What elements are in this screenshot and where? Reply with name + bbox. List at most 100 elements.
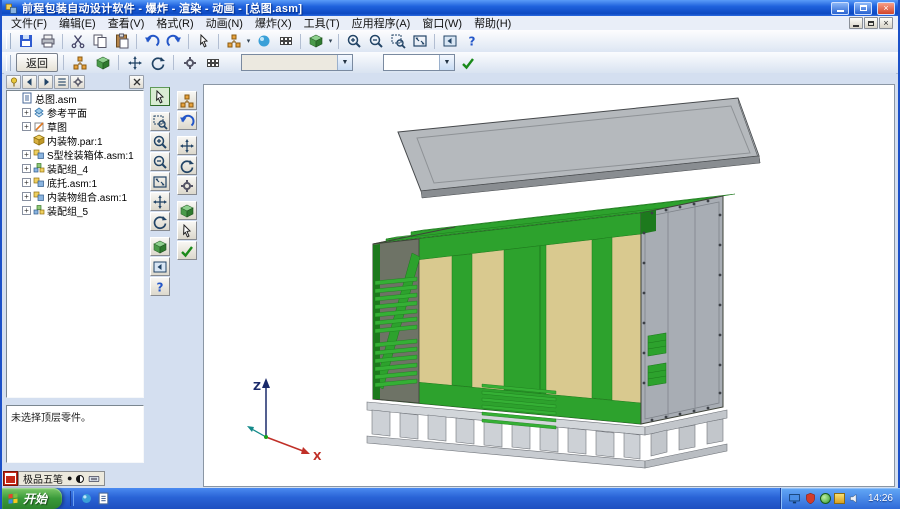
- 3d-viewport[interactable]: Z X: [203, 84, 895, 487]
- select-parts-button[interactable]: [177, 221, 197, 240]
- drag-component-button[interactable]: [177, 136, 197, 155]
- ime-logo-icon[interactable]: [3, 471, 18, 486]
- auto-explode-button[interactable]: [69, 53, 90, 73]
- menu-window[interactable]: 窗口(W): [416, 16, 468, 30]
- panel-list-button[interactable]: [54, 75, 69, 89]
- show-desktop-icon[interactable]: [97, 492, 110, 505]
- tree-item-assembly-group-4[interactable]: + 装配组_4: [7, 161, 143, 175]
- close-panel-button[interactable]: [129, 75, 144, 89]
- flow-lines-button[interactable]: [177, 156, 197, 175]
- distance-combobox[interactable]: ▼: [383, 54, 455, 71]
- menu-animation[interactable]: 动画(N): [200, 16, 249, 30]
- mdi-minimize-button[interactable]: [849, 17, 863, 29]
- panel-back-button[interactable]: [22, 75, 37, 89]
- pan-button[interactable]: [150, 192, 170, 211]
- panel-forward-button[interactable]: [38, 75, 53, 89]
- tree-item-sketch[interactable]: + 草图: [7, 119, 143, 133]
- punctuation-toggle-icon[interactable]: [76, 475, 84, 483]
- zoom-in-button[interactable]: [150, 132, 170, 151]
- close-button[interactable]: ×: [877, 2, 895, 15]
- front-panel[interactable]: [373, 213, 641, 429]
- unexplode-button[interactable]: [177, 111, 197, 130]
- cut-button[interactable]: [67, 31, 88, 51]
- browser-icon[interactable]: [80, 492, 93, 505]
- maximize-button[interactable]: [854, 2, 872, 15]
- tree-item-base-assembly[interactable]: + 底托.asm:1: [7, 175, 143, 189]
- menu-help[interactable]: 帮助(H): [468, 16, 517, 30]
- tray-status-icon[interactable]: [820, 493, 831, 504]
- tree-item-root[interactable]: 总图.asm: [7, 91, 143, 105]
- help-button[interactable]: [150, 277, 170, 296]
- rotate-part-button[interactable]: [147, 53, 168, 73]
- expander-icon[interactable]: +: [22, 178, 31, 187]
- menu-edit[interactable]: 编辑(E): [53, 16, 102, 30]
- help-button[interactable]: [461, 31, 482, 51]
- redo-button[interactable]: [163, 31, 184, 51]
- configuration-button[interactable]: [177, 176, 197, 195]
- back-button[interactable]: 返回: [16, 53, 58, 72]
- tray-volume-icon[interactable]: [848, 492, 861, 505]
- undo-button[interactable]: [141, 31, 162, 51]
- mdi-close-button[interactable]: ×: [879, 17, 893, 29]
- menu-file[interactable]: 文件(F): [5, 16, 53, 30]
- select-tool-button[interactable]: [193, 31, 214, 51]
- paste-button[interactable]: [111, 31, 132, 51]
- auto-explode-button[interactable]: [177, 91, 197, 110]
- chevron-down-icon[interactable]: ▼: [337, 55, 352, 70]
- menu-view[interactable]: 查看(V): [102, 16, 151, 30]
- start-button[interactable]: 开始: [2, 488, 62, 509]
- mdi-restore-button[interactable]: [864, 17, 878, 29]
- tray-network-icon[interactable]: [788, 492, 801, 505]
- ime-name[interactable]: 极品五笔: [23, 471, 63, 486]
- fullwidth-toggle-icon[interactable]: ●: [67, 474, 72, 483]
- accept-button[interactable]: [457, 53, 478, 73]
- fit-view-button[interactable]: [409, 31, 430, 51]
- expander-icon[interactable]: +: [22, 150, 31, 159]
- previous-view-button[interactable]: [150, 257, 170, 276]
- menu-tools[interactable]: 工具(T): [298, 16, 346, 30]
- side-panel[interactable]: [641, 196, 723, 424]
- tray-clock[interactable]: 14:26: [868, 493, 893, 504]
- display-options-button[interactable]: [177, 201, 197, 220]
- copy-button[interactable]: [89, 31, 110, 51]
- tree-item-assembly-group-5[interactable]: + 装配组_5: [7, 203, 143, 217]
- finish-button[interactable]: [177, 241, 197, 260]
- explode-options-button[interactable]: [179, 53, 200, 73]
- move-part-button[interactable]: [124, 53, 145, 73]
- print-button[interactable]: [37, 31, 58, 51]
- render-button[interactable]: [253, 31, 274, 51]
- lid-panel[interactable]: [398, 98, 760, 198]
- save-button[interactable]: [15, 31, 36, 51]
- tray-updates-icon[interactable]: [834, 493, 845, 504]
- toolbar-grip[interactable]: [6, 55, 11, 71]
- assembly-tree[interactable]: 总图.asm + 参考平面 + 草图 内装物.par:1 + S型栓装箱体.as…: [6, 90, 144, 398]
- pin-panel-button[interactable]: [6, 75, 21, 89]
- dropdown-arrow-icon[interactable]: ▾: [327, 37, 334, 45]
- chevron-down-icon[interactable]: ▼: [439, 55, 454, 70]
- menu-explode[interactable]: 爆炸(X): [249, 16, 298, 30]
- tree-item-reference-planes[interactable]: + 参考平面: [7, 105, 143, 119]
- expander-icon[interactable]: +: [22, 192, 31, 201]
- rotate-view-button[interactable]: [150, 212, 170, 231]
- explode-button[interactable]: [223, 31, 244, 51]
- tree-item-contents-group-assembly[interactable]: + 内装物组合.asm:1: [7, 189, 143, 203]
- minimize-button[interactable]: [831, 2, 849, 15]
- menu-applications[interactable]: 应用程序(A): [346, 16, 417, 30]
- toolbar-grip[interactable]: [6, 33, 11, 49]
- expander-icon[interactable]: +: [22, 206, 31, 215]
- common-views-button[interactable]: [150, 237, 170, 256]
- expander-icon[interactable]: +: [22, 164, 31, 173]
- zoom-in-button[interactable]: [343, 31, 364, 51]
- tray-antivirus-icon[interactable]: [804, 492, 817, 505]
- soft-keyboard-icon[interactable]: [88, 473, 100, 485]
- explode-config-combobox[interactable]: ▼: [241, 54, 353, 71]
- select-tool-button[interactable]: [150, 87, 170, 106]
- menu-format[interactable]: 格式(R): [150, 16, 199, 30]
- zoom-out-button[interactable]: [150, 152, 170, 171]
- ime-bar[interactable]: 极品五笔 ●: [3, 470, 105, 487]
- panel-options-button[interactable]: [70, 75, 85, 89]
- expander-icon[interactable]: +: [22, 122, 31, 131]
- expander-icon[interactable]: +: [22, 108, 31, 117]
- fit-view-button[interactable]: [150, 172, 170, 191]
- title-bar[interactable]: 前程包装自动设计软件 - 爆炸 - 渲染 - 动画 - [总图.asm] ×: [2, 0, 898, 16]
